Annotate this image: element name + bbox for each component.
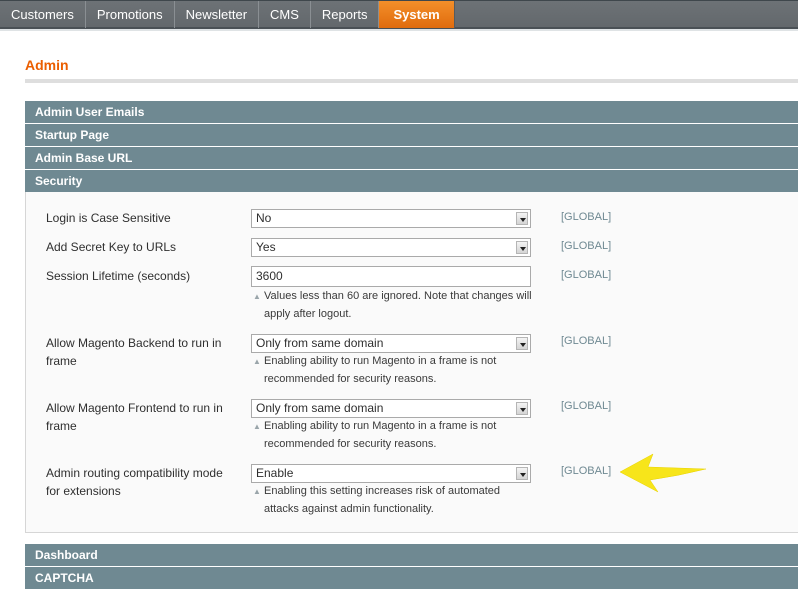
section-security[interactable]: Security: [25, 170, 798, 192]
frontend-frame-label: Allow Magento Frontend to run in frame: [46, 401, 223, 433]
nav-tab-system[interactable]: System: [379, 1, 455, 28]
admin-routing-compat-select[interactable]: Enable: [251, 464, 531, 483]
hint-text: Enabling ability to run Magento in a fra…: [264, 420, 497, 450]
scope-label: [GLOBAL]: [561, 240, 612, 252]
hint-triangle-icon: ▲: [253, 487, 261, 496]
hint-triangle-icon: ▲: [253, 292, 261, 301]
scope-label: [GLOBAL]: [561, 211, 612, 223]
input-value: 3600: [256, 269, 283, 283]
page-title: Admin: [25, 57, 69, 73]
secret-key-urls-label: Add Secret Key to URLs: [46, 240, 177, 254]
section-admin-user-emails[interactable]: Admin User Emails: [25, 101, 798, 123]
section-captcha[interactable]: CAPTCHA: [25, 567, 798, 589]
dropdown-arrow-icon: [516, 241, 528, 254]
yellow-arrow-icon: [619, 453, 707, 493]
dropdown-arrow-icon: [516, 212, 528, 225]
scope-label: [GLOBAL]: [561, 465, 612, 477]
selected-value: Only from same domain: [256, 336, 384, 350]
nav-tab-reports[interactable]: Reports: [311, 1, 380, 28]
session-lifetime-label: Session Lifetime (seconds): [46, 269, 191, 283]
selected-value: No: [256, 211, 272, 225]
admin-routing-compat-hint: ▲ Enabling this setting increases risk o…: [253, 482, 533, 518]
session-lifetime-input[interactable]: 3600: [251, 266, 531, 287]
login-case-sensitive-select[interactable]: No: [251, 209, 531, 228]
admin-routing-compat-label: Admin routing compatibility mode for ext…: [46, 466, 223, 498]
backend-frame-hint: ▲ Enabling ability to run Magento in a f…: [253, 352, 533, 388]
nav-tab-newsletter[interactable]: Newsletter: [175, 1, 260, 28]
nav-tab-promotions[interactable]: Promotions: [86, 1, 175, 28]
section-startup-page[interactable]: Startup Page: [25, 124, 798, 146]
selected-value: Enable: [256, 466, 294, 480]
dropdown-arrow-icon: [516, 467, 528, 480]
section-admin-base-url[interactable]: Admin Base URL: [25, 147, 798, 169]
hint-text: Enabling ability to run Magento in a fra…: [264, 355, 497, 385]
hint-text: Enabling this setting increases risk of …: [264, 485, 501, 515]
secret-key-urls-select[interactable]: Yes: [251, 238, 531, 257]
nav-tab-cms[interactable]: CMS: [259, 1, 311, 28]
selected-value: Yes: [256, 240, 276, 254]
scope-label: [GLOBAL]: [561, 269, 612, 281]
top-navigation: Customers Promotions Newsletter CMS Repo…: [0, 0, 798, 31]
hint-triangle-icon: ▲: [253, 357, 261, 366]
section-dashboard[interactable]: Dashboard: [25, 544, 798, 566]
frontend-frame-select[interactable]: Only from same domain: [251, 399, 531, 418]
hint-triangle-icon: ▲: [253, 422, 261, 431]
login-case-sensitive-label: Login is Case Sensitive: [46, 211, 171, 225]
hint-text: Values less than 60 are ignored. Note th…: [264, 290, 532, 320]
scope-label: [GLOBAL]: [561, 335, 612, 347]
dropdown-arrow-icon: [516, 337, 528, 350]
nav-tab-customers[interactable]: Customers: [0, 1, 86, 28]
scope-label: [GLOBAL]: [561, 400, 612, 412]
backend-frame-select[interactable]: Only from same domain: [251, 334, 531, 353]
backend-frame-label: Allow Magento Backend to run in frame: [46, 336, 222, 368]
selected-value: Only from same domain: [256, 401, 384, 415]
frontend-frame-hint: ▲ Enabling ability to run Magento in a f…: [253, 417, 533, 453]
title-divider: [25, 79, 798, 83]
dropdown-arrow-icon: [516, 402, 528, 415]
session-lifetime-hint: ▲ Values less than 60 are ignored. Note …: [253, 287, 533, 323]
